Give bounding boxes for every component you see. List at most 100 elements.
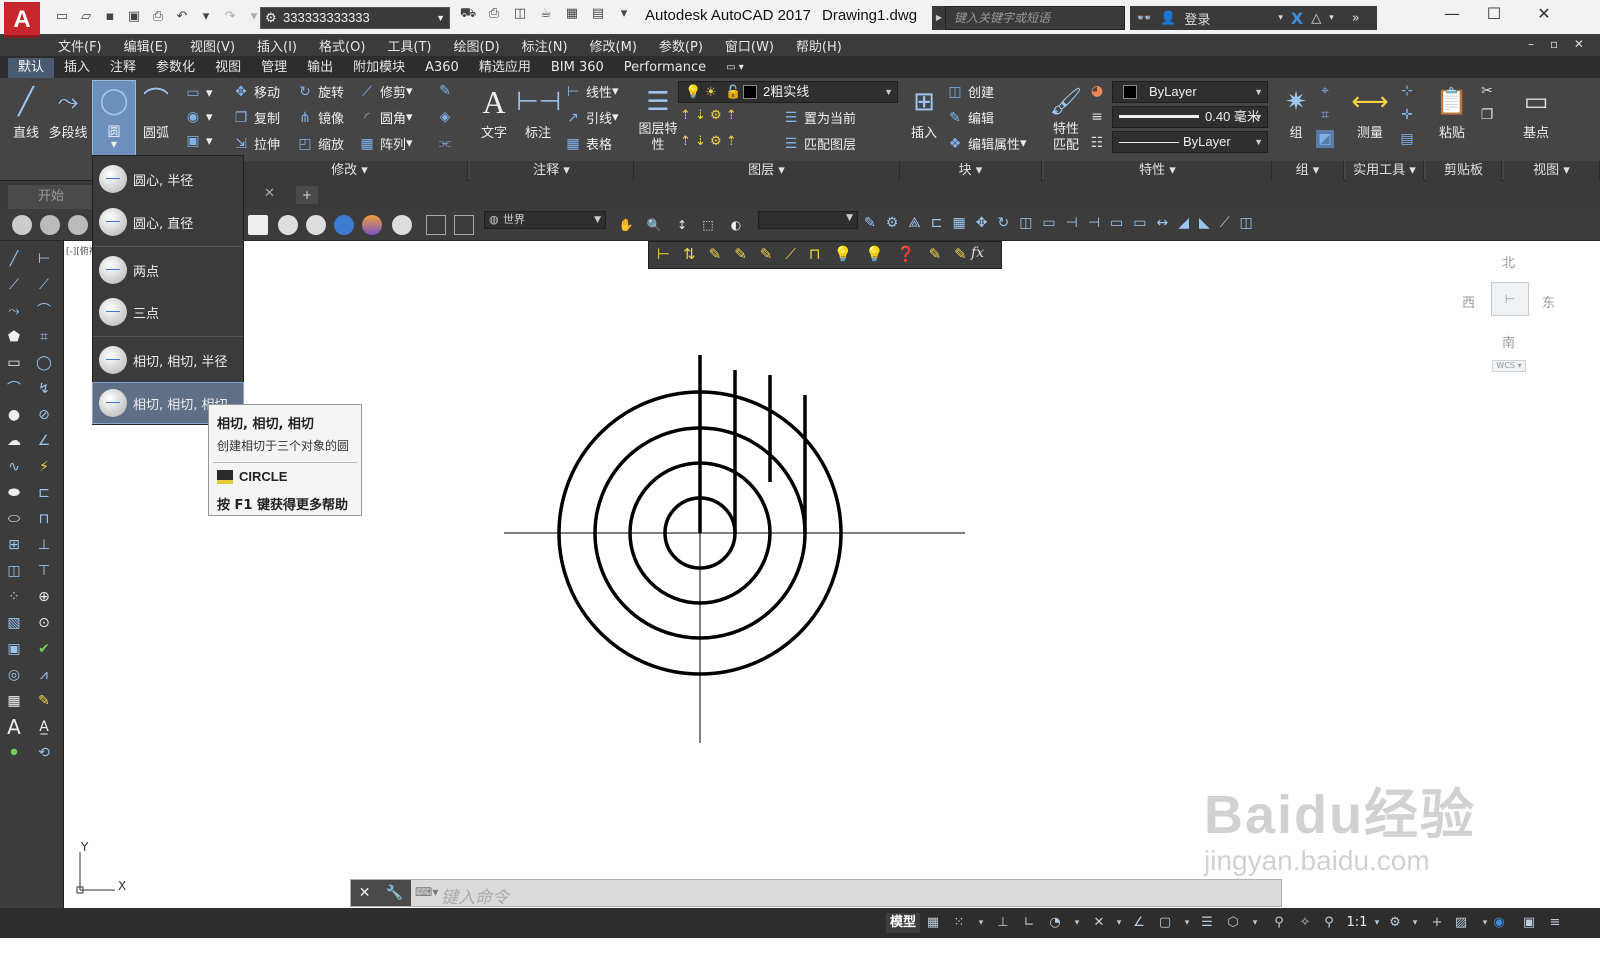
stretch-button[interactable]: ⇲ 拉伸 [232, 134, 280, 154]
snap-icon[interactable]: ⁙ [950, 914, 968, 932]
zoom-prev-icon[interactable]: ◐ [726, 215, 746, 235]
color-wheel-button[interactable]: ◕ [1088, 82, 1110, 100]
annotation-visibility-icon[interactable]: ⚲ [1270, 914, 1288, 932]
add-selected-icon[interactable]: ⚫ [2, 741, 26, 765]
ucs-combo[interactable]: ◍ 世界 ▼ [484, 211, 606, 229]
quick-dim-icon[interactable]: ⚡ [32, 455, 56, 479]
annotation-scale-value[interactable]: 1:1 [1344, 914, 1370, 932]
fly-icon[interactable] [68, 215, 88, 235]
viewcube-west[interactable]: 西 [1462, 292, 1475, 311]
login-dropdown-icon[interactable]: ▾ [1278, 13, 1283, 23]
more-icon[interactable]: » [1352, 11, 1360, 26]
visual-styles-icon[interactable] [392, 215, 412, 235]
hidden-icon[interactable] [306, 215, 326, 235]
utility-tools[interactable]: ⊹ ✛ ▤ [1398, 82, 1420, 148]
tab-start[interactable]: 开始 [8, 185, 98, 209]
menu-view[interactable]: 视图(V) [190, 36, 235, 55]
menu-format[interactable]: 格式(O) [319, 36, 365, 55]
viewcube[interactable]: ⊢ [1491, 282, 1529, 316]
help-search-input[interactable]: 键入关键字或短语 [945, 6, 1125, 30]
named-view-combo[interactable]: ▼ [758, 211, 858, 229]
save-as-icon[interactable]: ▣ [124, 6, 144, 26]
annotation-scale-icon[interactable]: ⚲ [1320, 914, 1338, 932]
spline-icon[interactable]: ∿ [2, 455, 26, 479]
tab-insert[interactable]: 插入 [54, 58, 100, 78]
copy-button[interactable]: ❐ 复制 [232, 108, 280, 128]
base-view-button[interactable]: ▭ 基点 [1514, 82, 1558, 141]
layer-tools-row1[interactable]: ⇡ ⇣ ⚙ ⇡ [680, 108, 737, 123]
arc-length-icon[interactable]: ⌒ [32, 299, 56, 323]
arc-button[interactable]: ⌒ 圆弧 [134, 82, 178, 141]
otrack-icon[interactable]: ∠ [1130, 914, 1148, 932]
groups-panel-footer[interactable]: 组 ▾ [1272, 161, 1344, 181]
close-button[interactable]: ✕ [1524, 4, 1564, 23]
tab-view[interactable]: 视图 [205, 58, 251, 78]
infer-constraints-icon[interactable]: ⊥ [994, 914, 1012, 932]
mirror-button[interactable]: ⋔ 镜像 [296, 108, 344, 128]
undo-dropdown-icon[interactable]: ▾ [196, 6, 216, 26]
viewcube-east[interactable]: 东 [1542, 292, 1555, 311]
wireframe-icon[interactable] [278, 215, 298, 235]
login-link[interactable]: 登录 [1184, 9, 1210, 28]
circle-two-point-item[interactable]: 两点 [93, 250, 243, 290]
undo-icon[interactable]: ↶ [172, 6, 192, 26]
ellipse-icon[interactable]: ⬬ [2, 481, 26, 505]
user-icon[interactable]: 👤 [1160, 11, 1176, 26]
match-layer-button[interactable]: ☰ 匹配图层 [782, 134, 856, 154]
paste-button[interactable]: 📋 粘贴 [1430, 82, 1474, 141]
text-button[interactable]: A 文字 [472, 82, 516, 141]
command-prompt-icon[interactable]: ⌨▾ [415, 885, 438, 899]
tab-a360[interactable]: A360 [415, 58, 469, 78]
print-icon[interactable]: ⎙ [148, 6, 168, 26]
utilities-panel-footer[interactable]: 实用工具 ▾ [1346, 161, 1424, 181]
menu-draw[interactable]: 绘图(D) [454, 36, 500, 55]
layer-dropdown[interactable]: 💡 ☀ 🔓 2粗实线 ▼ [678, 81, 898, 103]
tab-addins[interactable]: 附加模块 [343, 58, 415, 78]
redo-icon[interactable]: ↷ [220, 6, 240, 26]
osnap-icon[interactable]: ▢ [1156, 914, 1174, 932]
create-block-button[interactable]: ◫ 创建 [946, 82, 994, 102]
tolerance-icon[interactable]: ⊕ [32, 585, 56, 609]
baseline-icon[interactable]: ⊏ [32, 481, 56, 505]
lineweight-dropdown[interactable]: 0.40 毫米 ▼ [1112, 106, 1268, 128]
application-menu-button[interactable]: A [4, 2, 40, 38]
preview-icon[interactable]: ◫ [510, 6, 530, 26]
menu-file[interactable]: 文件(F) [58, 36, 102, 55]
edit-attribute-button[interactable]: ❖ 编辑属性 ▾ [946, 134, 1027, 154]
workspace-switch-icon[interactable]: ⚙ [1386, 914, 1404, 932]
array-button[interactable]: ▦ 阵列 ▾ [358, 134, 412, 154]
annotation-monitor-icon[interactable]: + [1428, 914, 1446, 932]
tab-annotate[interactable]: 注释 [100, 58, 146, 78]
draw-tools-strip[interactable]: ✎⚙⟁⊏▦✥↻◫▭⊣⊣▭▭↔◢◣⟋◫ [864, 215, 1354, 235]
workspace-selector[interactable]: ⚙ 333333333333 ▼ [260, 7, 450, 29]
clipboard-tools[interactable]: ✂ ❐ [1478, 82, 1500, 124]
explode-button[interactable]: ◈ [436, 108, 458, 126]
aligned-dim-icon[interactable]: ⟋ [32, 273, 56, 297]
publish-icon[interactable]: ⎙ [484, 6, 504, 26]
workspace-dropdown-icon[interactable]: ▾ [1406, 914, 1424, 932]
table-icon[interactable]: ▦ [2, 689, 26, 713]
menu-insert[interactable]: 插入(I) [257, 36, 297, 55]
annotation-panel-footer[interactable]: 注释 ▾ [470, 161, 634, 181]
wcs-menu[interactable]: WCS ▾ [1492, 360, 1526, 372]
linetype-icon-button[interactable]: ☷ [1088, 134, 1110, 152]
customization-icon[interactable]: ≡ [1546, 914, 1564, 932]
orbit-icon[interactable] [12, 215, 32, 235]
angular-icon[interactable]: ∠ [32, 429, 56, 453]
lineweight-toggle-icon[interactable]: ☰ [1198, 914, 1216, 932]
menu-dimension[interactable]: 标注(N) [522, 36, 568, 55]
polyline-icon[interactable]: ⤳ [2, 299, 26, 323]
tab-default[interactable]: 默认 [8, 58, 55, 78]
tab-performance[interactable]: Performance [614, 58, 716, 78]
continue-icon[interactable]: ⊓ [32, 507, 56, 531]
modify-panel-footer[interactable]: 修改 ▾ [232, 161, 468, 181]
space-icon[interactable]: ⊥ [32, 533, 56, 557]
customize-qat-icon[interactable]: ▾ [614, 6, 634, 26]
erase-button[interactable]: ✎ [436, 82, 458, 100]
properties-panel-footer[interactable]: 特性 ▾ [1044, 161, 1272, 181]
scale-dropdown-icon[interactable]: ▾ [1368, 914, 1386, 932]
ortho-icon[interactable]: ∟ [1020, 914, 1038, 932]
walk-icon[interactable] [40, 215, 60, 235]
hatch-icon[interactable]: ▧ [2, 611, 26, 635]
viewcube-north[interactable]: 北 [1502, 252, 1515, 271]
